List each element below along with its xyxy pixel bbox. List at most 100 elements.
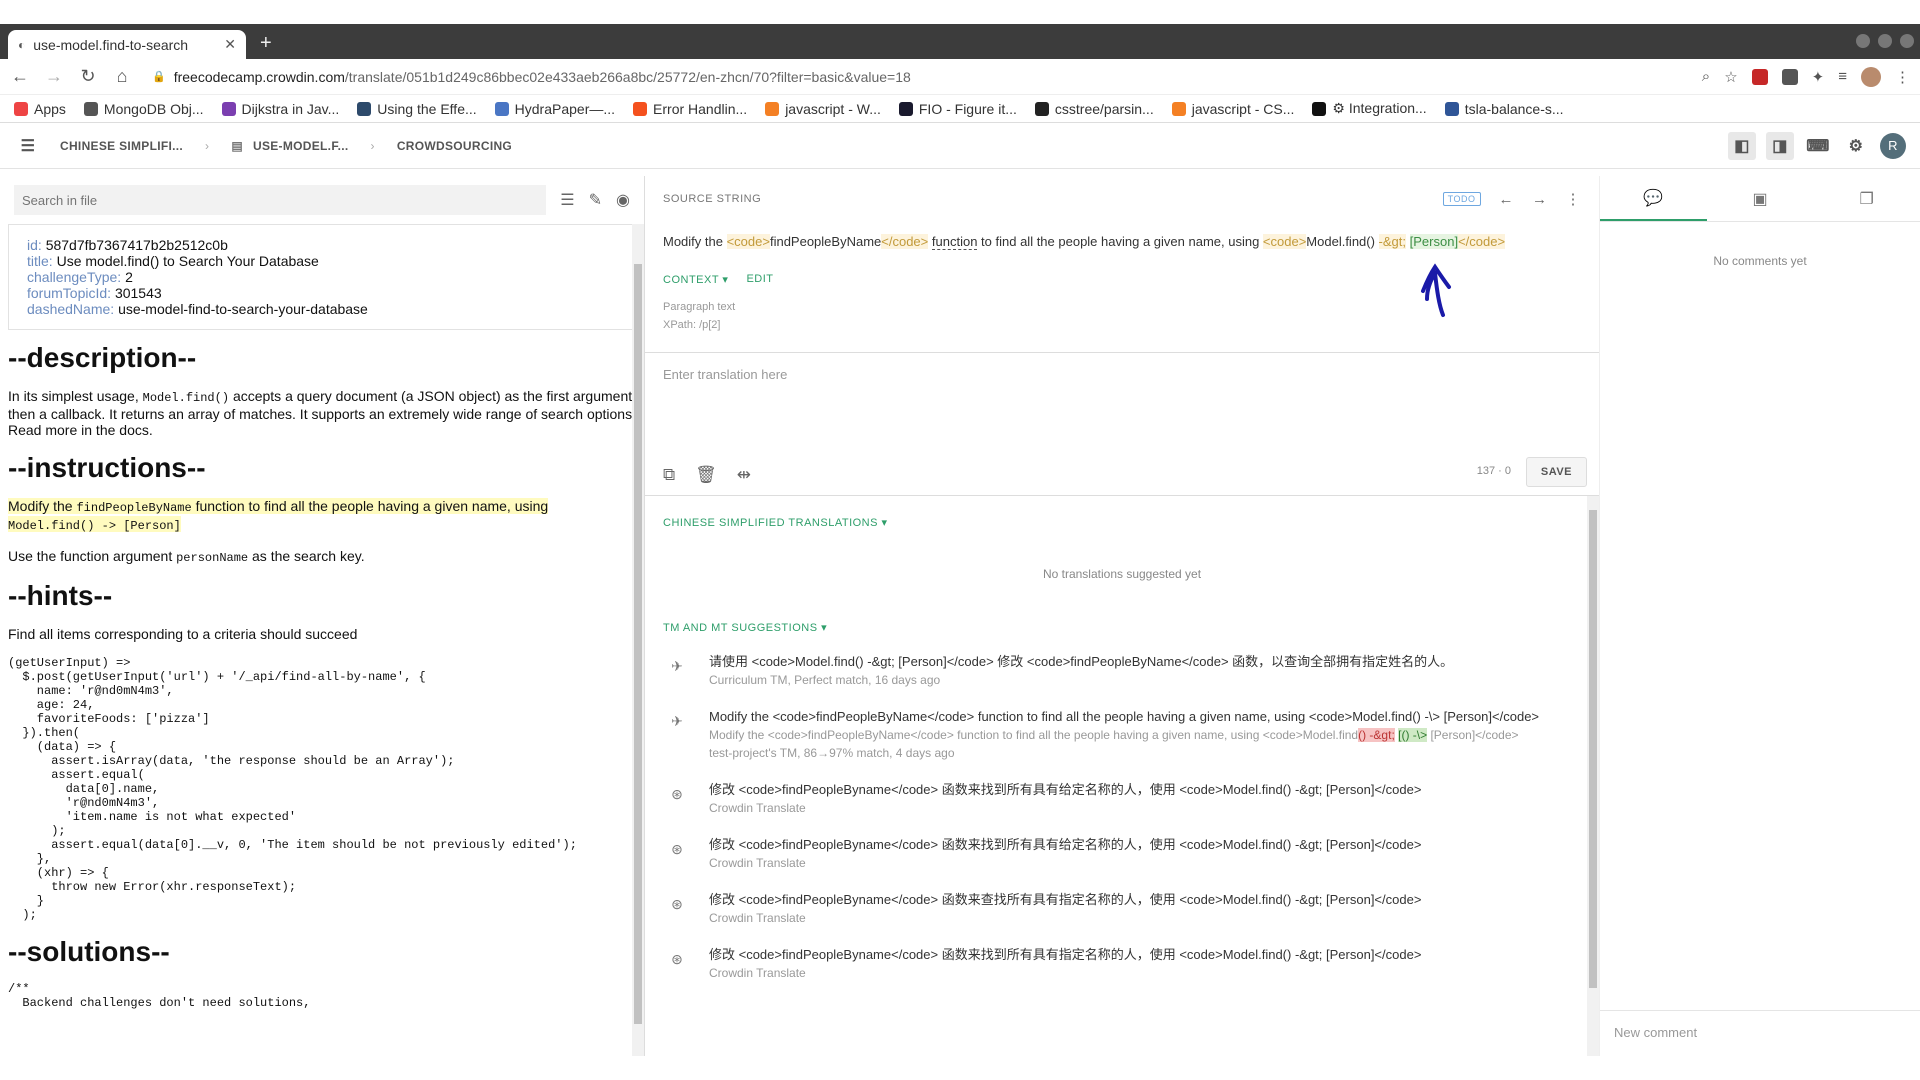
bookmark-item[interactable]: Apps [14,101,66,117]
close-tab-icon[interactable]: ✕ [224,36,236,53]
copy-source-icon[interactable]: ⧉ [663,465,675,485]
context-toggle[interactable]: CONTEXT ▾ [663,273,728,286]
source-string-section: SOURCE STRING TODO ← → ⋮ Modify the <cod… [645,176,1599,353]
zoom-icon[interactable]: ⌕ [1702,68,1710,85]
edit-context-link[interactable]: EDIT [746,273,773,286]
clear-icon[interactable]: 🗑 [695,465,717,485]
browser-tab[interactable]: ◐ use-model.find-to-search ✕ [8,30,246,59]
front-matter: id: 587d7fb7367417b2b2512c0b title: Use … [8,224,636,330]
bookmark-label: Apps [34,100,66,117]
tm-mt-section-header[interactable]: TM AND MT SUGGESTIONS ▾ [663,621,1581,634]
bookmark-label: MongoDB Obj... [103,100,204,117]
bookmark-item[interactable]: Using the Effe... [357,101,477,117]
bookmark-favicon-icon [1034,101,1049,116]
no-comments-text: No comments yet [1713,254,1807,268]
bookmark-favicon-icon [765,101,780,116]
extension-badge-icon[interactable] [1751,68,1768,85]
new-tab-icon[interactable]: + [260,32,272,55]
reading-list-icon[interactable]: ≡ [1838,68,1847,85]
layout-right-icon[interactable]: ◨ [1766,131,1794,160]
more-options-icon[interactable]: ⋮ [1566,190,1582,208]
minimize-icon[interactable] [1856,34,1870,48]
todo-badge: TODO [1442,192,1481,206]
crumb-mode[interactable]: CROWDSOURCING [397,139,512,153]
bookmark-label: tsla-balance-s... [1464,100,1564,117]
new-comment-input[interactable]: New comment [1600,1010,1920,1056]
instructions-text-highlighted[interactable]: Modify the findPeopleByName function to … [8,498,636,534]
list-view-icon[interactable]: ☰ [560,190,574,210]
search-key-text[interactable]: Use the function argument personName as … [8,548,636,566]
bookmark-favicon-icon [14,101,28,116]
back-icon[interactable]: ← [10,66,30,87]
description-heading: --description-- [8,342,197,373]
bookmark-item[interactable]: MongoDB Obj... [83,100,204,117]
home-icon[interactable]: ⌂ [112,66,132,87]
layout-left-icon[interactable]: ◧ [1728,131,1756,160]
extensions-puzzle-icon[interactable]: ✦ [1812,68,1825,86]
bookmark-item[interactable]: javascript - CS... [1171,100,1295,117]
forward-icon[interactable]: → [44,66,64,87]
bookmark-item[interactable]: FIO - Figure it... [898,101,1017,117]
bookmark-label: javascript - W... [785,100,881,117]
history-tab-icon[interactable]: ❐ [1813,176,1920,221]
address-bar[interactable]: 🔒 freecodecamp.crowdin.com/translate/051… [146,63,1688,91]
breadcrumb: CHINESE SIMPLIFI... › ▤ USE-MODEL.F... ›… [60,138,513,153]
preview-eye-icon[interactable]: ◉ [616,190,630,210]
keyboard-icon[interactable]: ⌨ [1804,132,1832,160]
profile-avatar[interactable] [1861,66,1881,87]
bookmark-favicon-icon [1171,101,1186,116]
previous-string-icon[interactable]: ← [1499,191,1515,208]
extension-p-icon[interactable] [1781,68,1798,85]
suggestion-item[interactable]: ⊛ 修改 <code>findPeopleByname</code> 函数来找到… [663,780,1581,817]
char-counter: 137 · 0 [1476,465,1511,477]
bookmark-item[interactable]: HydraPaper—... [494,100,616,117]
browser-menu-icon[interactable]: ⋮ [1895,68,1910,86]
bookmark-label: Dijkstra in Jav... [241,100,340,117]
split-icon[interactable]: ⇹ [737,465,751,485]
bookmark-item[interactable]: javascript - W... [765,101,881,117]
crowdin-translate-icon: ⊛ [671,785,683,802]
search-in-file-input[interactable] [14,185,547,215]
suggestion-item[interactable]: ⊛ 修改 <code>findPeopleByname</code> 函数来找到… [663,835,1581,872]
bookmark-item[interactable]: Error Handlin... [633,101,747,117]
edit-pencil-icon[interactable]: ✎ [589,190,602,210]
bookmark-label: ⚙ Integration... [1332,100,1427,116]
save-button[interactable]: SAVE [1525,457,1587,487]
next-string-icon[interactable]: → [1532,191,1548,208]
hint-text[interactable]: Find all items corresponding to a criter… [8,626,636,642]
no-translations-text: No translations suggested yet [1042,567,1202,581]
suggestion-item[interactable]: ✈ 请使用 <code>Model.find() -&gt; [Person]<… [663,652,1581,689]
glossary-tab-icon[interactable]: ▣ [1707,176,1814,221]
comments-tab-icon[interactable]: 💬 [1600,176,1707,221]
bookmark-item[interactable]: ⚙ Integration... [1312,100,1427,117]
user-avatar[interactable]: R [1880,132,1906,159]
suggestion-item[interactable]: ⊛ 修改 <code>findPeopleByname</code> 函数来查找… [663,890,1581,927]
bookmark-item[interactable]: tsla-balance-s... [1444,100,1564,117]
close-window-icon[interactable] [1900,34,1914,48]
crumb-file[interactable]: USE-MODEL.F... [253,139,349,153]
bookmark-label: javascript - CS... [1191,100,1295,117]
bookmark-favicon-icon [83,101,98,116]
crowdin-favicon-icon: ◐ [18,37,26,52]
suggestion-item[interactable]: ⊛ 修改 <code>findPeopleByname</code> 函数来找到… [663,945,1581,982]
bookmark-label: HydraPaper—... [514,100,616,117]
translations-section-header[interactable]: CHINESE SIMPLIFIED TRANSLATIONS ▾ [663,516,1581,529]
translation-editor[interactable]: Enter translation here ⧉ 🗑 ⇹ 137 · 0 SAV… [645,353,1599,496]
crowdin-header: ☰ CHINESE SIMPLIFI... › ▤ USE-MODEL.F...… [0,123,1920,169]
translation-placeholder[interactable]: Enter translation here [663,367,1581,382]
suggestion-item[interactable]: ✈ Modify the <code>findPeopleByName</cod… [663,707,1581,762]
suggestions-scrollbar[interactable] [1587,496,1599,1056]
bookmark-item[interactable]: Dijkstra in Jav... [221,100,340,117]
settings-gear-icon[interactable]: ⚙ [1842,132,1870,160]
bookmark-item[interactable]: csstree/parsin... [1034,101,1154,117]
hamburger-menu-icon[interactable]: ☰ [14,132,42,160]
source-string-text[interactable]: Modify the <code>findPeopleByName</code>… [663,234,1581,250]
bookmark-favicon-icon [494,101,509,116]
bookmark-favicon-icon [1312,101,1327,116]
solution-code-block: /** Backend challenges don't need soluti… [8,982,311,1010]
bookmark-star-icon[interactable]: ☆ [1724,68,1737,86]
reload-icon[interactable]: ↻ [78,66,98,87]
maximize-icon[interactable] [1878,34,1892,48]
crumb-language[interactable]: CHINESE SIMPLIFI... [60,139,183,153]
left-scrollbar[interactable] [632,224,644,1056]
